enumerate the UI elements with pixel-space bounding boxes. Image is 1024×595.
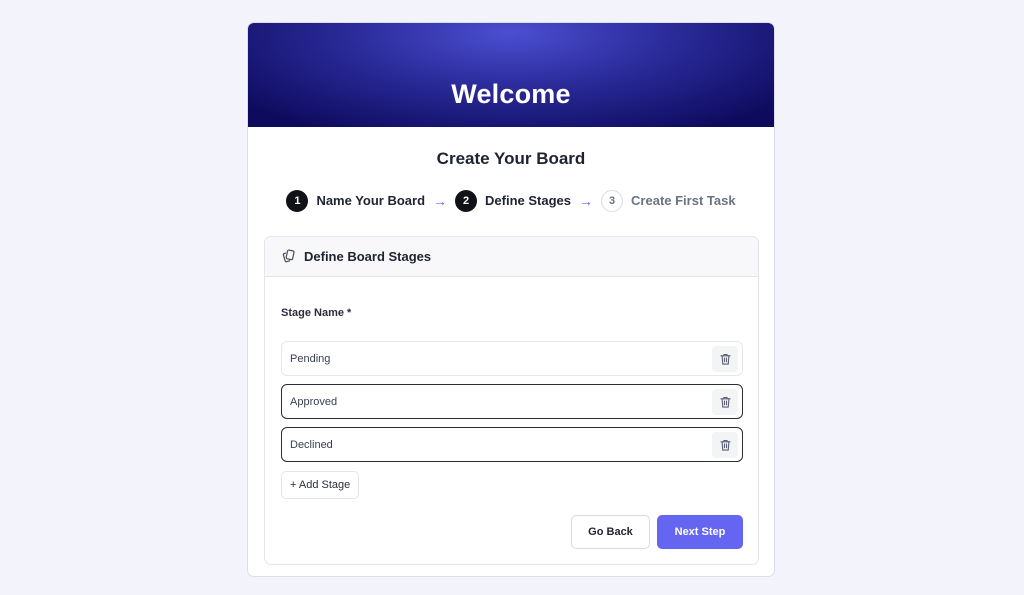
stage-input-pending[interactable] [282, 342, 712, 375]
panel-title: Define Board Stages [304, 249, 432, 264]
onboarding-card: Welcome Create Your Board 1 Name Your Bo… [247, 22, 775, 577]
stage-name-label: Stage Name * [281, 307, 352, 319]
trash-icon[interactable] [712, 388, 738, 415]
step-define-stages[interactable]: 2 Define Stages [455, 189, 572, 212]
step-name-board[interactable]: 1 Name Your Board [286, 189, 426, 212]
step-create-first-task[interactable]: 3 Create First Task [601, 189, 736, 212]
page-subtitle: Create Your Board [436, 149, 586, 168]
step-number: 1 [286, 189, 309, 212]
cards-icon [281, 249, 296, 264]
step-number: 3 [601, 189, 624, 212]
trash-icon[interactable] [712, 431, 738, 458]
step-label: Name Your Board [316, 193, 426, 208]
stage-row [281, 427, 743, 462]
step-label: Create First Task [631, 193, 736, 208]
stages-panel: Define Board Stages Stage Name * Pending… [264, 236, 759, 565]
hero-title: Welcome [451, 79, 571, 109]
hero-banner: Welcome [248, 23, 774, 127]
trash-icon[interactable] [712, 345, 738, 372]
stage-input-approved[interactable] [282, 385, 712, 418]
stepper: 1 Name Your Board → 2 Define Stages → 3 … [248, 189, 774, 212]
stage-row [281, 341, 743, 376]
arrow-right-icon: → [579, 192, 594, 209]
next-step-button[interactable]: Next Step [657, 515, 743, 549]
panel-header: Define Board Stages [265, 237, 758, 277]
stage-row [281, 384, 743, 419]
step-label: Define Stages [485, 193, 572, 208]
go-back-button[interactable]: Go Back [571, 515, 650, 549]
add-stage-button[interactable]: + Add Stage [281, 471, 360, 499]
step-number: 2 [455, 189, 478, 212]
arrow-right-icon: → [433, 192, 448, 209]
stage-input-declined[interactable] [282, 428, 712, 461]
